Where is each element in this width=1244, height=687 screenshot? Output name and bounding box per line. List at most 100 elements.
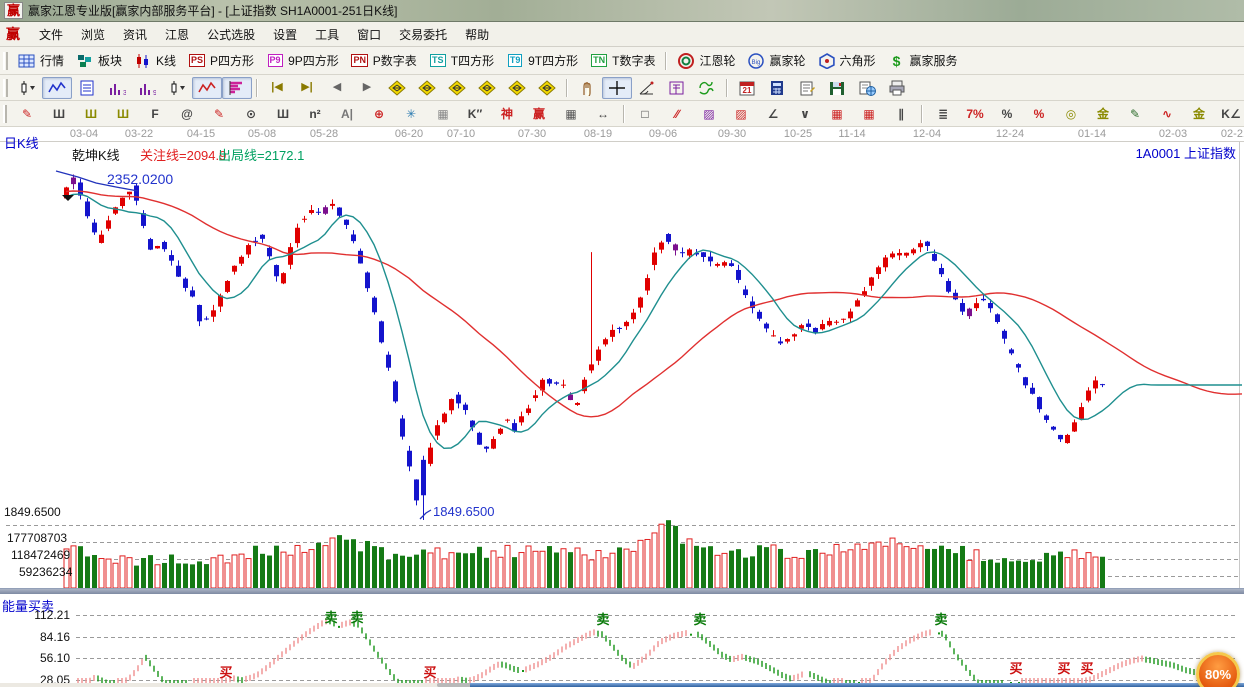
angle-tool-button[interactable]	[632, 77, 662, 99]
k-quote-tool[interactable]: K″	[459, 103, 491, 125]
comb-tool[interactable]: Ш	[43, 103, 75, 125]
span-tool[interactable]: ↔	[587, 103, 619, 125]
main-chart-pane[interactable]: 日K线 乾坤K线 关注线=2094.9 出局线=2172.1 1A0001 上证…	[0, 127, 1244, 588]
red-grid-tool[interactable]: ▦	[821, 103, 853, 125]
n-square-tool[interactable]: n²	[299, 103, 331, 125]
shift-left-button[interactable]	[382, 77, 412, 99]
last-page-button[interactable]: ▶|	[292, 77, 322, 99]
crosshair-tool-button[interactable]	[602, 77, 632, 99]
v-dots-tool[interactable]: ∨	[789, 103, 821, 125]
p-square-button[interactable]: PSP四方形	[182, 49, 260, 72]
shen-comb-tool[interactable]: 神	[491, 103, 523, 125]
shift-right-button[interactable]	[412, 77, 442, 99]
print-button[interactable]	[882, 77, 912, 99]
spiral-tool[interactable]: @	[171, 103, 203, 125]
hexagon-button[interactable]: 六角形	[812, 49, 882, 72]
bars-9-button[interactable]: 9	[132, 77, 162, 99]
winner-service-button[interactable]: $赢家服务	[882, 49, 964, 72]
calendar-button[interactable]: 21	[732, 77, 762, 99]
ying-comb-tool[interactable]: 赢	[523, 103, 555, 125]
menu-item-2[interactable]: 资讯	[114, 23, 156, 46]
maze-tool-button[interactable]	[692, 77, 722, 99]
first-page-button[interactable]: |◀	[262, 77, 292, 99]
next-page-button[interactable]: ▶	[352, 77, 382, 99]
prev-page-button[interactable]: ◀	[322, 77, 352, 99]
gold-circle-tool[interactable]: ◎	[1055, 103, 1087, 125]
sectors-button[interactable]: 板块	[70, 49, 128, 72]
menu-item-6[interactable]: 工具	[306, 23, 348, 46]
t-square-button[interactable]: TST四方形	[423, 49, 500, 72]
menu-item-9[interactable]: 帮助	[456, 23, 498, 46]
k-angle-tool[interactable]: K∠	[1215, 103, 1244, 125]
gold-comb-1-tool[interactable]: Ш	[75, 103, 107, 125]
list-tool[interactable]: ≣	[927, 103, 959, 125]
menu-item-1[interactable]: 浏览	[72, 23, 114, 46]
candlestick-chart-canvas[interactable]	[0, 127, 1244, 588]
gold-line-tool[interactable]: 金	[1087, 103, 1119, 125]
trend-line-red-button[interactable]	[192, 77, 222, 99]
seven-percent-tool[interactable]: 7%	[959, 103, 991, 125]
low-price-annotation: 1849.6500	[433, 504, 494, 519]
volume-profile-button[interactable]	[222, 77, 252, 99]
titlebar[interactable]: 赢 赢家江恩专业版[赢家内部服务平台] - [上证指数 SH1A0001-251…	[0, 0, 1244, 22]
calculator-button[interactable]	[762, 77, 792, 99]
period-day-button[interactable]	[12, 77, 42, 99]
gann-wheel-button[interactable]: 江恩轮	[671, 49, 741, 72]
grid-dot-tool[interactable]: ▦	[427, 103, 459, 125]
percent-line-tool[interactable]: %	[1023, 103, 1055, 125]
gann-shape-button[interactable]	[662, 77, 692, 99]
gold-comb-2-tool[interactable]: Ш	[107, 103, 139, 125]
save-button[interactable]	[822, 77, 852, 99]
p-number-button[interactable]: PNP数字表	[345, 49, 423, 72]
angle-lines-tool[interactable]: ∠	[757, 103, 789, 125]
date-label-11-14: 11-14	[838, 128, 865, 140]
pen-2-tool[interactable]: ✎	[203, 103, 235, 125]
menu-item-7[interactable]: 窗口	[348, 23, 390, 46]
red-grid-2-tool[interactable]: ▦	[853, 103, 885, 125]
pen-tool[interactable]: ✎	[11, 103, 43, 125]
menu-item-3[interactable]: 江恩	[156, 23, 198, 46]
comb-2-tool[interactable]: Ш	[267, 103, 299, 125]
indicator-pane[interactable]: 能量买卖 112.21 84.16 56.10 28.05 卖卖卖卖卖买买买买买	[0, 594, 1244, 683]
date-label-12-24: 12-24	[996, 128, 1024, 140]
kline-button[interactable]: K线	[128, 49, 182, 72]
hand-tool-button[interactable]	[572, 77, 602, 99]
box-rays-red-tool[interactable]: ▨	[725, 103, 757, 125]
move-button[interactable]	[532, 77, 562, 99]
winner-service-button-label: 赢家服务	[910, 52, 958, 69]
p9-square-button[interactable]: P99P四方形	[260, 49, 345, 72]
t9-square-button[interactable]: T99T四方形	[500, 49, 584, 72]
expand-horizontal-button[interactable]	[442, 77, 472, 99]
web-report-button[interactable]	[852, 77, 882, 99]
t-number-button[interactable]: TNT数字表	[584, 49, 661, 72]
compass-tool[interactable]: ⊕	[363, 103, 395, 125]
notes-button[interactable]	[792, 77, 822, 99]
menu-item-8[interactable]: 交易委托	[390, 23, 456, 46]
compress-horizontal-button[interactable]	[472, 77, 502, 99]
menu-item-4[interactable]: 公式选股	[198, 23, 264, 46]
zigzag-line-button[interactable]	[42, 77, 72, 99]
wave-tool[interactable]: ∿	[1151, 103, 1183, 125]
rays-tool[interactable]: ∕∕	[661, 103, 693, 125]
a-channel-tool[interactable]: A|	[331, 103, 363, 125]
clock-tool[interactable]: ⊙	[235, 103, 267, 125]
box-rays-purple-tool[interactable]: ▨	[693, 103, 725, 125]
pen-note-tool[interactable]: ✎	[1119, 103, 1151, 125]
menu-item-5[interactable]: 设置	[264, 23, 306, 46]
winner-wheel-button[interactable]: Big赢家轮	[741, 49, 811, 72]
f-ruler-tool[interactable]: F	[139, 103, 171, 125]
candle-style-button[interactable]	[162, 77, 192, 99]
parallel-tool[interactable]: ∥	[885, 103, 917, 125]
box-tool[interactable]: □	[629, 103, 661, 125]
kline-type-dropdown[interactable]: 乾坤K线	[72, 145, 120, 164]
quotes-button[interactable]: 行情	[12, 49, 70, 72]
gold-rule-tool[interactable]: 金	[1183, 103, 1215, 125]
info-list-button[interactable]	[72, 77, 102, 99]
expand-all-button[interactable]	[502, 77, 532, 99]
percent-tool[interactable]: %	[991, 103, 1023, 125]
bars-3-button[interactable]: 3	[102, 77, 132, 99]
star-tool[interactable]: ✳	[395, 103, 427, 125]
sell-signal-3: 卖	[693, 609, 706, 628]
grid-123-tool[interactable]: ▦	[555, 103, 587, 125]
menu-item-0[interactable]: 文件	[30, 23, 72, 46]
